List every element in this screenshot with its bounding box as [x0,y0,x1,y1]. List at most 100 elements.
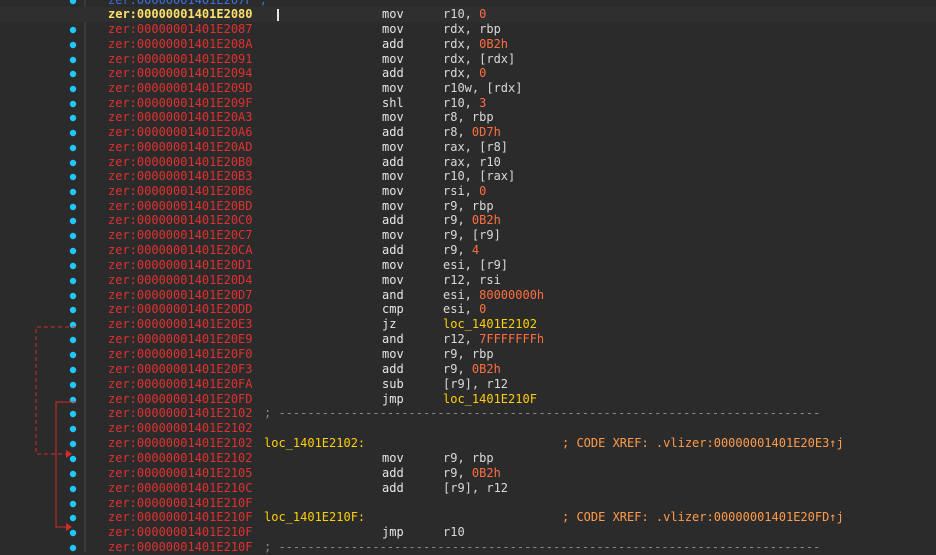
instruction-mnemonic[interactable]: jmp [382,525,404,540]
instruction-mnemonic[interactable]: mov [382,110,404,125]
instruction-mnemonic[interactable]: mov [382,273,404,288]
listing-line[interactable]: zer:00000001401E20F0 mov r9, rbp [0,347,936,362]
instruction-operands[interactable]: [r9], r12 [443,481,508,496]
listing-line[interactable]: zer:00000001401E20FD jmp loc_1401E210F [0,392,936,407]
listing-line[interactable]: zer:00000001401E2102 ; ------------------… [0,406,936,421]
line-address[interactable]: zer:00000001401E20E9 [108,332,253,347]
line-address[interactable]: zer:00000001401E20CA [108,243,253,258]
line-address[interactable]: zer:00000001401E210F [108,540,253,555]
line-address[interactable]: zer:00000001401E2102 [108,436,253,451]
listing-line[interactable]: zer:00000001401E208A add rdx, 0B2h [0,37,936,52]
instruction-operands[interactable]: r9, rbp [443,347,494,362]
listing-line[interactable]: zer:00000001401E20E3 jz loc_1401E2102 [0,317,936,332]
instruction-mnemonic[interactable]: mov [382,199,404,214]
instruction-mnemonic[interactable]: mov [382,52,404,67]
instruction-operands[interactable]: r10, 3 [443,96,486,111]
line-address[interactable]: zer:00000001401E2080 [108,7,253,22]
line-address[interactable]: zer:00000001401E209F [108,96,253,111]
listing-line[interactable]: zer:00000001401E2094 add rdx, 0 [0,66,936,81]
listing-line[interactable]: zer:00000001401E20D1 mov esi, [r9] [0,258,936,273]
line-address[interactable]: zer:00000001401E2102 [108,421,253,436]
listing-line[interactable]: zer:00000001401E20D4 mov r12, rsi [0,273,936,288]
listing-line[interactable]: zer:00000001401E2102 [0,421,936,436]
instruction-mnemonic[interactable]: add [382,155,404,170]
listing-line[interactable]: zer:00000001401E209D mov r10w, [rdx] [0,81,936,96]
instruction-operands[interactable]: r8, rbp [443,110,494,125]
listing-line[interactable]: zer:00000001401E210F ; ------------------… [0,540,936,555]
line-address[interactable]: zer:00000001401E20D7 [108,288,253,303]
listing-line[interactable]: zer:00000001401E20A3 mov r8, rbp [0,110,936,125]
line-address[interactable]: zer:00000001401E2105 [108,466,253,481]
xref-comment[interactable]: ; CODE XREF: .vlizer:00000001401E20E3↑j [562,436,844,451]
instruction-operands[interactable]: rdx, rbp [443,22,501,37]
instruction-mnemonic[interactable]: and [382,332,404,347]
listing-line[interactable]: zer:00000001401E20FA sub [r9], r12 [0,377,936,392]
instruction-operands[interactable]: r9, 4 [443,243,479,258]
listing-line[interactable]: zer:00000001401E20A6 add r8, 0D7h [0,125,936,140]
instruction-mnemonic[interactable]: jz [382,317,396,332]
instruction-mnemonic[interactable]: add [382,481,404,496]
line-address[interactable]: zer:00000001401E20B6 [108,184,253,199]
instruction-operands[interactable]: loc_1401E2102 [443,317,537,332]
listing-line[interactable]: zer:00000001401E20B6 mov rsi, 0 [0,184,936,199]
line-address[interactable]: zer:00000001401E2094 [108,66,253,81]
line-address[interactable]: zer:00000001401E2102 [108,406,253,421]
listing-line[interactable]: zer:00000001401E2080 mov r10, 0 [0,7,936,22]
listing-line[interactable]: zer:00000001401E20E9 and r12, 7FFFFFFFh [0,332,936,347]
listing-line[interactable]: zer:00000001401E20DD cmp esi, 0 [0,302,936,317]
instruction-mnemonic[interactable]: add [382,243,404,258]
code-label[interactable]: loc_1401E210F: [264,510,365,525]
listing-line[interactable]: zer:00000001401E20C0 add r9, 0B2h [0,213,936,228]
instruction-mnemonic[interactable]: mov [382,258,404,273]
listing-line[interactable]: zer:00000001401E210F jmp r10 [0,525,936,540]
instruction-mnemonic[interactable]: mov [382,22,404,37]
instruction-mnemonic[interactable]: shl [382,96,404,111]
instruction-operands[interactable]: r10w, [rdx] [443,81,522,96]
instruction-operands[interactable]: r8, 0D7h [443,125,501,140]
listing-line[interactable]: zer:00000001401E20B0 add rax, r10 [0,155,936,170]
listing-line[interactable]: zer:00000001401E209F shl r10, 3 [0,96,936,111]
instruction-mnemonic[interactable]: mov [382,347,404,362]
line-address[interactable]: zer:00000001401E20A3 [108,110,253,125]
instruction-operands[interactable]: rdx, 0B2h [443,37,508,52]
listing-line[interactable]: zer:00000001401E2105 add r9, 0B2h [0,466,936,481]
line-address[interactable]: zer:00000001401E210F [108,496,253,511]
line-address[interactable]: zer:00000001401E210C [108,481,253,496]
line-address[interactable]: zer:00000001401E208A [108,37,253,52]
line-address[interactable]: zer:00000001401E2087 [108,22,253,37]
instruction-mnemonic[interactable]: sub [382,377,404,392]
instruction-operands[interactable]: r9, 0B2h [443,362,501,377]
line-address[interactable]: zer:00000001401E2091 [108,52,253,67]
line-address[interactable]: zer:00000001401E210F [108,525,253,540]
listing-line[interactable]: zer:00000001401E20D7 and esi, 80000000h [0,288,936,303]
listing-line[interactable]: zer:00000001401E20B3 mov r10, [rax] [0,169,936,184]
line-address[interactable]: zer:00000001401E2102 [108,451,253,466]
ida-disassembly-view[interactable]: zer:00000001401E207F ; zer:00000001401E20… [0,0,936,555]
instruction-operands[interactable]: rax, r10 [443,155,501,170]
listing-line[interactable]: zer:00000001401E20BD mov r9, rbp [0,199,936,214]
line-address[interactable]: zer:00000001401E20C0 [108,213,253,228]
line-address[interactable]: zer:00000001401E209D [108,81,253,96]
instruction-mnemonic[interactable]: add [382,125,404,140]
instruction-operands[interactable]: r9, 0B2h [443,213,501,228]
instruction-operands[interactable]: r9, [r9] [443,228,501,243]
instruction-mnemonic[interactable]: and [382,288,404,303]
instruction-operands[interactable]: r10 [443,525,465,540]
line-address[interactable]: zer:00000001401E20DD [108,302,253,317]
line-address[interactable]: zer:00000001401E210F [108,510,253,525]
listing-line[interactable]: zer:00000001401E210C add [r9], r12 [0,481,936,496]
instruction-mnemonic[interactable]: cmp [382,302,404,317]
listing-line[interactable]: zer:00000001401E210F loc_1401E210F: ; CODE… [0,510,936,525]
code-label[interactable]: loc_1401E2102: [264,436,365,451]
instruction-operands[interactable]: rax, [r8] [443,140,508,155]
instruction-operands[interactable]: r10, 0 [443,7,486,22]
instruction-operands[interactable]: esi, [r9] [443,258,508,273]
instruction-operands[interactable]: esi, 0 [443,302,486,317]
disassembly-listing[interactable]: zer:00000001401E207F ; zer:00000001401E20… [0,0,936,555]
instruction-mnemonic[interactable]: add [382,37,404,52]
instruction-operands[interactable]: rsi, 0 [443,184,486,199]
line-address[interactable]: zer:00000001401E20FD [108,392,253,407]
xref-comment[interactable]: ; CODE XREF: .vlizer:00000001401E20FD↑j [562,510,844,525]
listing-line[interactable]: zer:00000001401E210F [0,496,936,511]
listing-line[interactable]: zer:00000001401E20C7 mov r9, [r9] [0,228,936,243]
